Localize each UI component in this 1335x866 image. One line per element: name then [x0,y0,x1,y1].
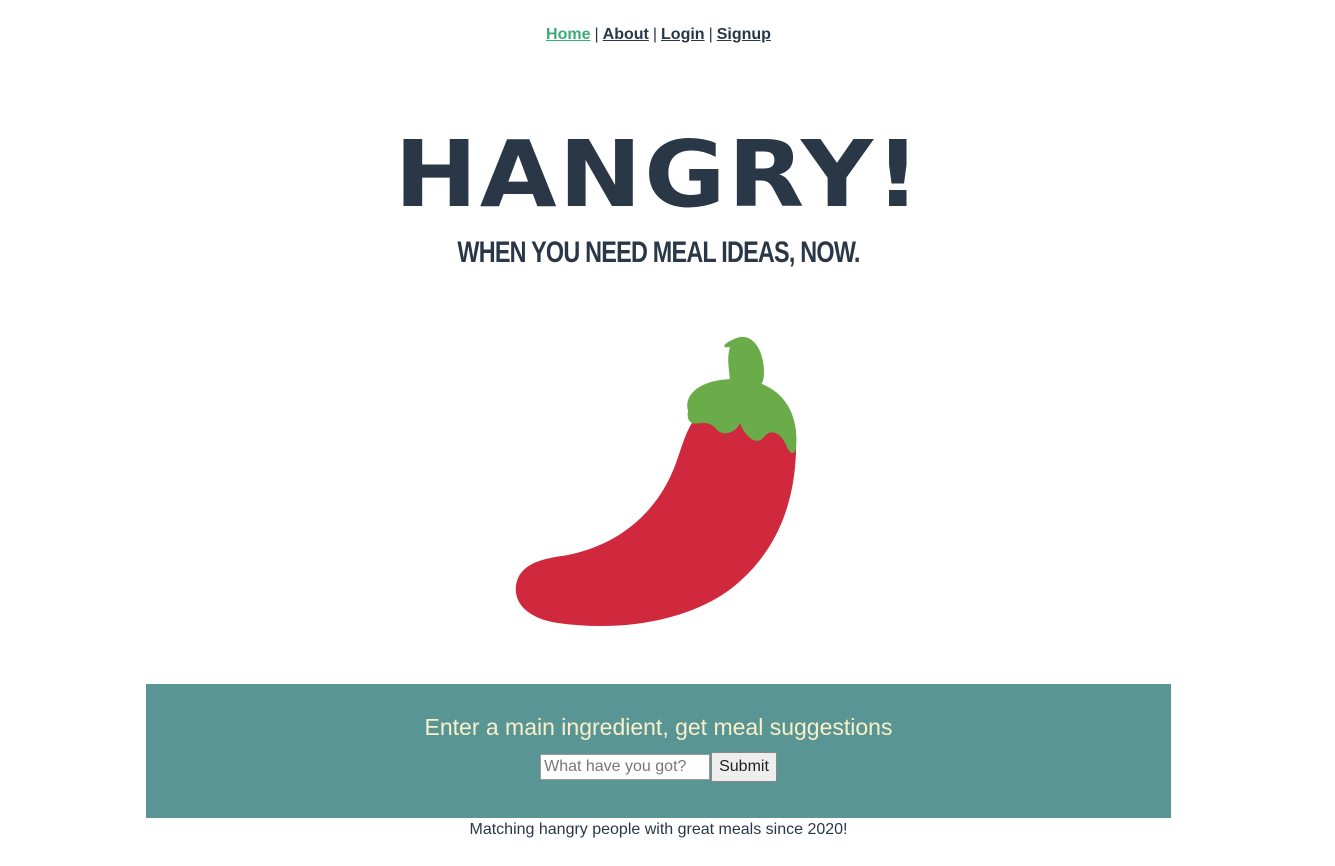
nav-link-about[interactable]: About [603,26,649,43]
search-heading: Enter a main ingredient, get meal sugges… [424,714,893,740]
nav-separator: | [708,26,713,43]
page-title: HANGRY! [394,121,923,228]
nav-separator: | [594,26,599,43]
pepper-stem [724,336,764,390]
top-nav: Home | About | Login | Signup [0,26,1317,44]
nav-link-signup[interactable]: Signup [717,26,771,43]
footer-tagline: Matching hangry people with great meals … [469,821,848,838]
chili-pepper-icon [515,336,797,627]
submit-button[interactable]: Submit [711,752,777,782]
nav-separator: | [652,26,658,43]
ingredient-search-input[interactable] [540,754,711,780]
search-form: Submit [146,752,1171,782]
page-subtitle: WHEN YOU NEED MEAL IDEAS, NOW. [457,236,860,269]
nav-link-home[interactable]: Home [546,26,590,43]
search-panel: Enter a main ingredient, get meal sugges… [146,684,1171,818]
nav-link-login[interactable]: Login [661,26,705,43]
